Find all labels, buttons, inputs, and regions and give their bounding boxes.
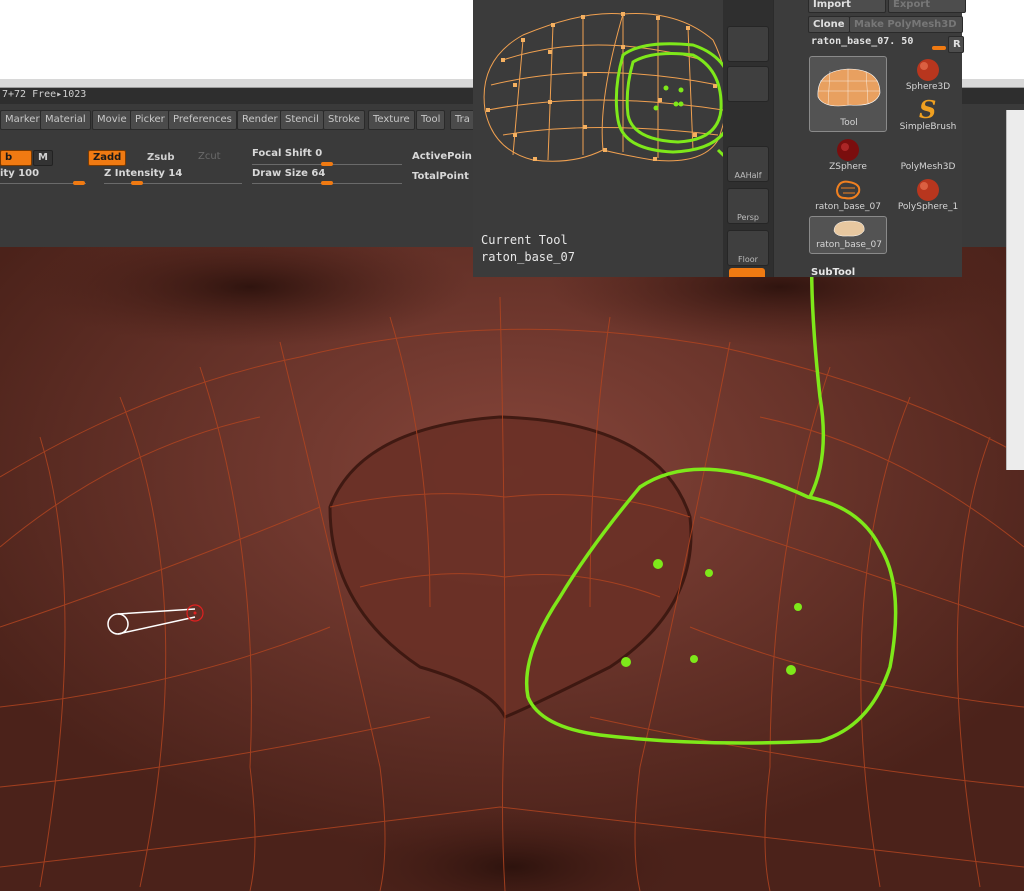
thumb-raton-base-07-b[interactable]: raton_base_07 bbox=[809, 216, 887, 254]
tool-mesh-icon bbox=[817, 68, 881, 107]
zsub-button[interactable]: Zsub bbox=[142, 150, 180, 166]
mesh-canvas[interactable] bbox=[0, 247, 1024, 891]
rgb-intensity-knob[interactable] bbox=[73, 181, 86, 185]
brush-settings-bar: b M Zadd Zsub Zcut Focal Shift 0 ity 100… bbox=[0, 147, 520, 191]
aahalf-label: AAHalf bbox=[734, 171, 762, 180]
thumb-zsphere-label: ZSphere bbox=[829, 162, 867, 172]
thumb-polysphere-1[interactable]: PolySphere_1 bbox=[889, 176, 965, 214]
thumb-polymesh3d-label: PolyMesh3D bbox=[900, 162, 956, 172]
menu-texture[interactable]: Texture bbox=[368, 110, 415, 130]
menu-stencil[interactable]: Stencil bbox=[280, 110, 324, 130]
persp-label: Persp bbox=[737, 213, 759, 222]
clone-button[interactable]: Clone bbox=[808, 16, 850, 33]
focal-shift-knob[interactable] bbox=[321, 162, 333, 166]
thumb-polymesh3d[interactable]: PolyMesh3D bbox=[889, 136, 965, 174]
z-intensity-slider[interactable] bbox=[104, 183, 242, 184]
persp-button[interactable]: Persp bbox=[727, 188, 769, 224]
rgb-intensity-label: ity 100 bbox=[0, 168, 40, 179]
thumb-tool-label: Tool bbox=[840, 118, 858, 128]
total-points-label: TotalPoint bbox=[412, 171, 469, 182]
zcut-button[interactable]: Zcut bbox=[194, 150, 225, 164]
svg-text:S: S bbox=[919, 96, 936, 124]
current-tool-label: Current Tool bbox=[481, 233, 568, 247]
active-points-label: ActivePoin bbox=[412, 151, 472, 162]
z-intensity-knob[interactable] bbox=[131, 181, 144, 185]
view-side-column: AAHalf Persp Floor bbox=[723, 0, 773, 277]
zoom-button[interactable] bbox=[727, 66, 769, 102]
rgb-button[interactable]: b bbox=[0, 150, 32, 166]
sphere3d-icon bbox=[917, 59, 939, 81]
draw-size-knob[interactable] bbox=[321, 181, 333, 185]
subtool-header[interactable]: SubTool bbox=[811, 267, 855, 278]
main-menubar: Marker Material Movie Picker Preferences… bbox=[0, 110, 520, 130]
tool-slider-label[interactable]: raton_base_07. 50 bbox=[811, 36, 913, 47]
menu-marker[interactable]: Marker bbox=[0, 110, 45, 130]
thumb-polysphere-label: PolySphere_1 bbox=[897, 202, 959, 212]
aahalf-button[interactable]: AAHalf bbox=[727, 146, 769, 182]
menu-stroke[interactable]: Stroke bbox=[323, 110, 365, 130]
menu-movie[interactable]: Movie bbox=[92, 110, 132, 130]
thumb-sphere3d[interactable]: Sphere3D bbox=[889, 56, 965, 94]
menu-picker[interactable]: Picker bbox=[130, 110, 170, 130]
local-button[interactable] bbox=[729, 268, 765, 277]
scroll-button[interactable] bbox=[727, 26, 769, 62]
raton-mesh-preview-icon bbox=[833, 220, 865, 237]
thumb-raton-label: raton_base_07 bbox=[815, 202, 881, 212]
zsphere-icon bbox=[837, 139, 859, 161]
raton-mesh-icon bbox=[835, 180, 861, 200]
thumb-raton-b-label: raton_base_07 bbox=[816, 240, 882, 250]
z-intensity-label: Z Intensity 14 bbox=[104, 168, 183, 179]
export-button[interactable]: Export bbox=[888, 0, 966, 13]
floor-button[interactable]: Floor bbox=[727, 230, 769, 266]
current-tool-name: raton_base_07 bbox=[481, 250, 575, 264]
tool-slider-knob[interactable] bbox=[932, 46, 946, 50]
thumb-simplebrush[interactable]: S SimpleBrush bbox=[889, 95, 965, 134]
make-polymesh-button[interactable]: Make PolyMesh3D bbox=[849, 16, 963, 33]
menu-tool[interactable]: Tool bbox=[416, 110, 446, 130]
thumb-zsphere[interactable]: ZSphere bbox=[809, 136, 885, 174]
thumb-simplebrush-label: SimpleBrush bbox=[899, 122, 957, 132]
m-button[interactable]: M bbox=[33, 150, 53, 166]
sculpt-viewport[interactable] bbox=[0, 247, 1024, 891]
memory-status-text: 7+72 Free▸1023 bbox=[2, 89, 87, 100]
menu-transform[interactable]: Tra bbox=[450, 110, 475, 130]
focal-shift-label: Focal Shift 0 bbox=[252, 148, 323, 159]
draw-size-label: Draw Size 64 bbox=[252, 168, 326, 179]
simplebrush-s-icon: S bbox=[919, 95, 936, 124]
r-button[interactable]: R bbox=[948, 36, 964, 53]
thumb-raton-base-07[interactable]: raton_base_07 bbox=[809, 176, 885, 214]
polysphere-icon bbox=[917, 179, 939, 201]
menu-render[interactable]: Render bbox=[237, 110, 283, 130]
menu-material[interactable]: Material bbox=[40, 110, 91, 130]
zadd-button[interactable]: Zadd bbox=[88, 150, 127, 166]
menu-preferences[interactable]: Preferences bbox=[168, 110, 237, 130]
import-button[interactable]: Import bbox=[808, 0, 886, 13]
thumb-sphere3d-label: Sphere3D bbox=[905, 82, 951, 92]
right-edge-window bbox=[1006, 110, 1024, 470]
thumb-tool[interactable]: Tool bbox=[809, 56, 887, 132]
floor-label: Floor bbox=[738, 255, 758, 264]
